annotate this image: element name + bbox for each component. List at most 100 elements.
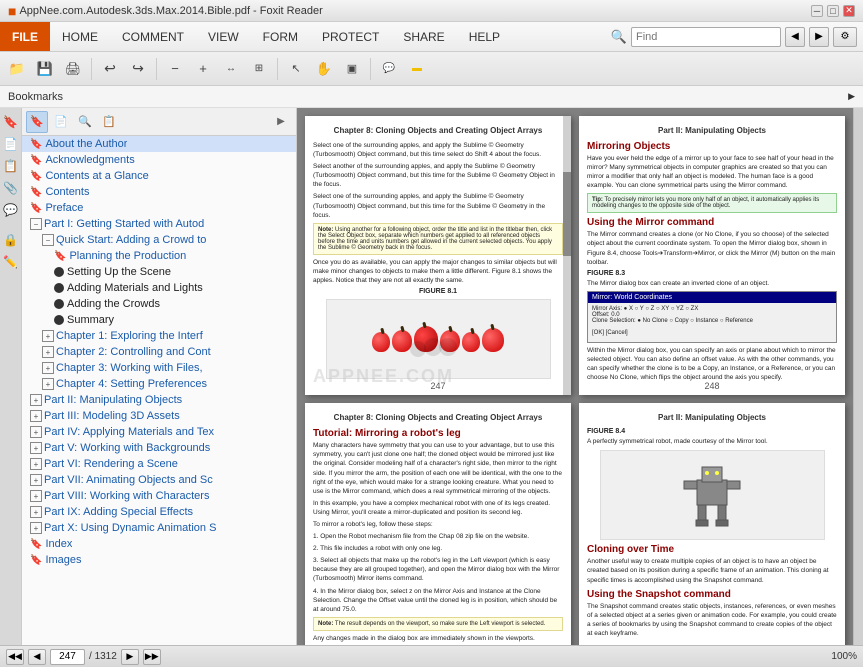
sidebar-item-chap3[interactable]: + Chapter 3: Working with Files, xyxy=(22,360,296,376)
maximize-button[interactable]: □ xyxy=(827,5,839,17)
titlebar-controls[interactable]: ─ □ ✕ xyxy=(811,5,855,17)
sidebar-item-part1[interactable]: − Part I: Getting Started with Autod xyxy=(22,216,296,232)
sidebar-item-part8[interactable]: + Part VIII: Working with Characters xyxy=(22,488,296,504)
page-total-label: / 1312 xyxy=(89,651,117,662)
menu-share[interactable]: SHARE xyxy=(391,22,456,51)
menu-home[interactable]: HOME xyxy=(50,22,110,51)
menu-comment[interactable]: COMMENT xyxy=(110,22,196,51)
first-page-button[interactable]: ◀◀ xyxy=(6,649,24,665)
dot-icon xyxy=(54,267,64,277)
hand-tool-button[interactable]: ✋ xyxy=(311,56,337,82)
last-page-button[interactable]: ▶▶ xyxy=(143,649,161,665)
sidebar-item-crowds[interactable]: Adding the Crowds xyxy=(22,296,296,312)
pdf-section-title: Mirroring Objects xyxy=(587,141,837,152)
zoom-in-button[interactable]: + xyxy=(190,56,216,82)
sidebar-item-part5[interactable]: + Part V: Working with Backgrounds xyxy=(22,440,296,456)
prev-page-button[interactable]: ◀ xyxy=(28,649,46,665)
sidebar-item-acknowledgments[interactable]: 🔖 Acknowledgments xyxy=(22,152,296,168)
sidebar-item-materials-lights[interactable]: Adding Materials and Lights xyxy=(22,280,296,296)
pages-row-bottom: Chapter 8: Cloning Objects and Creating … xyxy=(305,403,845,645)
undo-button[interactable]: ↩ xyxy=(97,56,123,82)
page-chapter-header: Part II: Manipulating Objects xyxy=(587,413,837,422)
panel-icon-6[interactable]: 🔒 xyxy=(1,230,21,250)
search-settings-button[interactable]: ⚙ xyxy=(833,27,857,47)
search-area: 🔍 ◀ ▶ ⚙ xyxy=(605,22,863,51)
pdf-text: A perfectly symmetrical robot, made cour… xyxy=(587,437,837,446)
search-prev-button[interactable]: ◀ xyxy=(785,27,805,47)
pdf-page-248[interactable]: Part II: Manipulating Objects Mirroring … xyxy=(579,116,845,395)
sidebar-btn-1[interactable]: 🔖 xyxy=(26,111,48,133)
panel-icon-1[interactable]: 🔖 xyxy=(1,112,21,132)
sidebar-item-part10[interactable]: + Part X: Using Dynamic Animation S xyxy=(22,520,296,536)
sidebar-item-chap4[interactable]: + Chapter 4: Setting Preferences xyxy=(22,376,296,392)
menu-help[interactable]: HELP xyxy=(457,22,512,51)
panel-icon-3[interactable]: 📋 xyxy=(1,156,21,176)
comment-button[interactable]: 💬 xyxy=(376,56,402,82)
text-select-button[interactable]: ▣ xyxy=(339,56,365,82)
highlight-button[interactable]: ▬ xyxy=(404,56,430,82)
open-file-button[interactable]: 📁 xyxy=(4,56,30,82)
search-input[interactable] xyxy=(631,27,781,47)
sidebar-content[interactable]: 🔖 About the Author 🔖 Acknowledgments 🔖 C… xyxy=(22,136,296,645)
pdf-text: 1. Open the Robot mechanism file from th… xyxy=(313,532,563,541)
menu-protect[interactable]: PROTECT xyxy=(310,22,391,51)
sidebar-btn-3[interactable]: 🔍 xyxy=(74,111,96,133)
panel-icon-4[interactable]: 📎 xyxy=(1,178,21,198)
sidebar-btn-2[interactable]: 📄 xyxy=(50,111,72,133)
menu-view[interactable]: VIEW xyxy=(196,22,251,51)
sidebar-item-part2[interactable]: + Part II: Manipulating Objects xyxy=(22,392,296,408)
pdf-section-title: Tutorial: Mirroring a robot's leg xyxy=(313,428,563,439)
pdf-page-247[interactable]: Chapter 8: Cloning Objects and Creating … xyxy=(305,116,571,395)
sidebar-item-chap2[interactable]: + Chapter 2: Controlling and Cont xyxy=(22,344,296,360)
titlebar-title: AppNee.com.Autodesk.3ds.Max.2014.Bible.p… xyxy=(19,5,322,17)
sidebar-item-chap1[interactable]: + Chapter 1: Exploring the Interf xyxy=(22,328,296,344)
sidebar-item-index[interactable]: 🔖 Index xyxy=(22,536,296,552)
menu-file[interactable]: FILE xyxy=(0,22,50,51)
toolbar: 📁 💾 🖨 ↩ ↪ − + ↔ ⊞ ↖ ✋ ▣ 💬 ▬ xyxy=(0,52,863,86)
sidebar-item-quickstart[interactable]: − Quick Start: Adding a Crowd to xyxy=(22,232,296,248)
sidebar-item-preface[interactable]: 🔖 Preface xyxy=(22,200,296,216)
sidebar-item-contents-at-a-glance[interactable]: 🔖 Contents at a Glance xyxy=(22,168,296,184)
pdf-text: The Mirror command creates a clone (or N… xyxy=(587,230,837,266)
sidebar-expand-btn[interactable]: ▶ xyxy=(270,111,292,133)
bookmark-icon: 🔖 xyxy=(30,155,42,166)
panel-icon-2[interactable]: 📄 xyxy=(1,134,21,154)
sidebar-item-summary[interactable]: Summary xyxy=(22,312,296,328)
bookmark-icon: 🔖 xyxy=(30,171,42,182)
next-page-button[interactable]: ▶ xyxy=(121,649,139,665)
sidebar-item-planning[interactable]: 🔖 Planning the Production xyxy=(22,248,296,264)
cursor-select-button[interactable]: ↖ xyxy=(283,56,309,82)
pdf-viewer[interactable]: Chapter 8: Cloning Objects and Creating … xyxy=(297,108,853,645)
print-button[interactable]: 🖨 xyxy=(60,56,86,82)
pdf-page-tutorial[interactable]: Chapter 8: Cloning Objects and Creating … xyxy=(305,403,571,645)
sidebar-item-about-author[interactable]: 🔖 About the Author xyxy=(22,136,296,152)
search-next-button[interactable]: ▶ xyxy=(809,27,829,47)
sidebar-item-part4[interactable]: + Part IV: Applying Materials and Tex xyxy=(22,424,296,440)
page-input[interactable] xyxy=(50,649,85,665)
sidebar-item-part6[interactable]: + Part VI: Rendering a Scene xyxy=(22,456,296,472)
fit-page-button[interactable]: ⊞ xyxy=(246,56,272,82)
sidebar-item-part9[interactable]: + Part IX: Adding Special Effects xyxy=(22,504,296,520)
fit-width-button[interactable]: ↔ xyxy=(218,56,244,82)
minimize-button[interactable]: ─ xyxy=(811,5,823,17)
titlebar: ■ AppNee.com.Autodesk.3ds.Max.2014.Bible… xyxy=(0,0,863,22)
breadcrumb-bookmarks[interactable]: Bookmarks xyxy=(8,91,63,103)
save-button[interactable]: 💾 xyxy=(32,56,58,82)
zoom-out-button[interactable]: − xyxy=(162,56,188,82)
sidebar-item-images[interactable]: 🔖 Images xyxy=(22,552,296,568)
redo-button[interactable]: ↪ xyxy=(125,56,151,82)
pdf-text: Any changes made in the dialog box are i… xyxy=(313,634,563,643)
page-scroll-indicator xyxy=(563,116,571,395)
pdf-page-cloning[interactable]: Part II: Manipulating Objects FIGURE 8.4… xyxy=(579,403,845,645)
panel-icon-7[interactable]: ✏️ xyxy=(1,252,21,272)
menu-form[interactable]: FORM xyxy=(251,22,310,51)
close-button[interactable]: ✕ xyxy=(843,5,855,17)
pdf-text: In this example, you have a complex mech… xyxy=(313,499,563,517)
sidebar-btn-4[interactable]: 📋 xyxy=(98,111,120,133)
sidebar-item-part7[interactable]: + Part VII: Animating Objects and Sc xyxy=(22,472,296,488)
pdf-text: Many characters have symmetry that you c… xyxy=(313,441,563,496)
sidebar-item-contents[interactable]: 🔖 Contents xyxy=(22,184,296,200)
panel-icon-5[interactable]: 💬 xyxy=(1,200,21,220)
sidebar-item-setting-scene[interactable]: Setting Up the Scene xyxy=(22,264,296,280)
sidebar-item-part3[interactable]: + Part III: Modeling 3D Assets xyxy=(22,408,296,424)
